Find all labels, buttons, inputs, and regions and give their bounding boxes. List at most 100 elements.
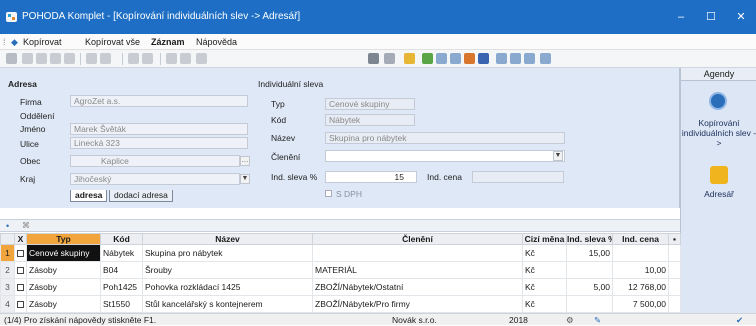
paste-icon[interactable] [50,53,61,64]
column-chooser-icon[interactable]: ▪ [668,233,681,245]
users-icon[interactable] [464,53,475,64]
folder-icon[interactable] [404,53,415,64]
cell-typ[interactable]: Cenové skupiny [26,244,101,262]
copy-discounts-icon[interactable] [709,92,727,110]
cell-typ[interactable]: Zásoby [26,278,101,296]
copy-icon[interactable] [36,53,47,64]
cell-typ[interactable]: Zásoby [26,261,101,279]
obec-lookup-button[interactable]: … [240,156,250,166]
clear-filter-icon[interactable] [384,53,395,64]
cell-mena[interactable]: Kč [522,278,567,296]
col-header-ind-sleva[interactable]: Ind. sleva % [566,233,613,245]
table-row[interactable]: 4 Zásoby St1550 Stůl kancelářský s konte… [0,295,681,313]
kraj-field[interactable]: Jihočeský [70,173,240,185]
sdph-checkbox[interactable] [325,190,332,197]
tab-adresa[interactable]: adresa [70,190,108,202]
typ-select[interactable]: Cenové skupiny [325,98,415,110]
layout-icon[interactable] [510,53,521,64]
forward-icon[interactable] [142,53,153,64]
window-icon[interactable] [496,53,507,64]
cell-mena[interactable]: Kč [522,295,567,313]
cell-kod[interactable]: Nábytek [100,244,143,262]
barcode-icon[interactable] [478,53,489,64]
close-button[interactable]: ✕ [726,9,756,25]
filter-clear-icon[interactable]: ⌘ [22,221,30,230]
row-checkbox[interactable] [14,295,27,313]
cell-kod[interactable]: B04 [100,261,143,279]
tab-dodaci-adresa[interactable]: dodací adresa [109,190,173,202]
cell-kod[interactable]: Poh1425 [100,278,143,296]
kod-field[interactable]: Nábytek [325,114,415,126]
save-all-icon[interactable] [180,53,191,64]
agenda-item-address-book[interactable]: Adresář [681,189,756,199]
agenda-item-copy-discounts[interactable]: Kopírování individuálních slev -> [681,118,756,148]
cell-cleneni[interactable]: ZBOŽÍ/Nábytek/Ostatní [312,278,523,296]
obec-field[interactable]: Kaplice [70,155,240,167]
cell-mena[interactable]: Kč [522,261,567,279]
cleneni-field[interactable] [325,150,565,162]
table-row[interactable]: 3 Zásoby Poh1425 Pohovka rozkládací 1425… [0,278,681,296]
paint-icon[interactable] [422,53,433,64]
cleneni-dropdown-button[interactable]: ▼ [553,151,563,161]
cut-icon[interactable] [64,53,75,64]
status-check-icon[interactable]: ✔ [736,315,743,326]
back-icon[interactable] [128,53,139,64]
menu-copy[interactable]: Kopírovat [23,37,62,47]
edit-icon[interactable] [22,53,33,64]
query-icon[interactable] [540,53,551,64]
cell-nazev[interactable]: Stůl kancelářský s kontejnerem [142,295,313,313]
menu-record[interactable]: Záznam [151,37,185,47]
nazev-field[interactable]: Skupina pro nábytek [325,132,565,144]
ind-sleva-field[interactable]: 15 [325,171,417,183]
cell-typ[interactable]: Zásoby [26,295,101,313]
maximize-button[interactable]: ☐ [696,9,726,25]
col-header-typ[interactable]: Typ [26,233,101,245]
row-checkbox[interactable] [14,278,27,296]
cell-cena[interactable]: 7 500,00 [612,295,669,313]
cell-sleva[interactable]: 5,00 [566,278,613,296]
menu-copy-all[interactable]: Kopírovat vše [85,37,140,47]
ind-cena-field[interactable] [472,171,564,183]
print-preview-icon[interactable] [450,53,461,64]
jmeno-field[interactable]: Marek Švěták [70,123,248,135]
cell-cleneni[interactable]: ZBOŽÍ/Nábytek/Pro firmy [312,295,523,313]
cell-cena[interactable]: 10,00 [612,261,669,279]
col-header-x[interactable]: X [14,233,27,245]
ulice-field[interactable]: Linecká 323 [70,137,248,149]
kraj-dropdown-button[interactable]: ▼ [240,174,250,184]
table-row[interactable]: 2 Zásoby B04 Šrouby MATERIÁL Kč 10,00 [0,261,681,279]
menu-help[interactable]: Nápověda [196,37,237,47]
table-row[interactable]: 1 Cenové skupiny Nábytek Skupina pro náb… [0,244,681,262]
cell-mena[interactable]: Kč [522,244,567,262]
cell-nazev[interactable]: Skupina pro nábytek [142,244,313,262]
cell-cena[interactable] [612,244,669,262]
col-header-nazev[interactable]: Název [142,233,313,245]
col-header-kod[interactable]: Kód [100,233,143,245]
cell-cena[interactable]: 12 768,00 [612,278,669,296]
filter-dropdown-icon[interactable] [368,53,379,64]
cell-kod[interactable]: St1550 [100,295,143,313]
cell-nazev[interactable]: Pohovka rozkládací 1425 [142,278,313,296]
address-book-icon[interactable] [710,166,728,184]
col-header-ind-cena[interactable]: Ind. cena [612,233,669,245]
cell-sleva[interactable] [566,261,613,279]
cell-nazev[interactable]: Šrouby [142,261,313,279]
col-header-cizi-mena[interactable]: Cizí měna [522,233,567,245]
firma-field[interactable]: AgroZet a.s. [70,95,248,107]
new-icon[interactable] [86,53,97,64]
table-icon[interactable] [436,53,447,64]
col-header-cleneni[interactable]: Členění [312,233,523,245]
status-pen-icon[interactable]: ✎ [594,315,601,326]
clipboard-icon[interactable] [196,53,207,64]
status-settings-icon[interactable]: ⚙ [566,315,574,326]
check-icon[interactable] [100,53,111,64]
row-checkbox[interactable] [14,244,27,262]
cell-sleva[interactable]: 15,00 [566,244,613,262]
record-marker-icon[interactable]: • [6,221,9,231]
row-checkbox[interactable] [14,261,27,279]
minimize-button[interactable]: – [666,9,696,25]
save-icon[interactable] [166,53,177,64]
cell-cleneni[interactable]: MATERIÁL [312,261,523,279]
columns-icon[interactable] [524,53,535,64]
cell-sleva[interactable] [566,295,613,313]
